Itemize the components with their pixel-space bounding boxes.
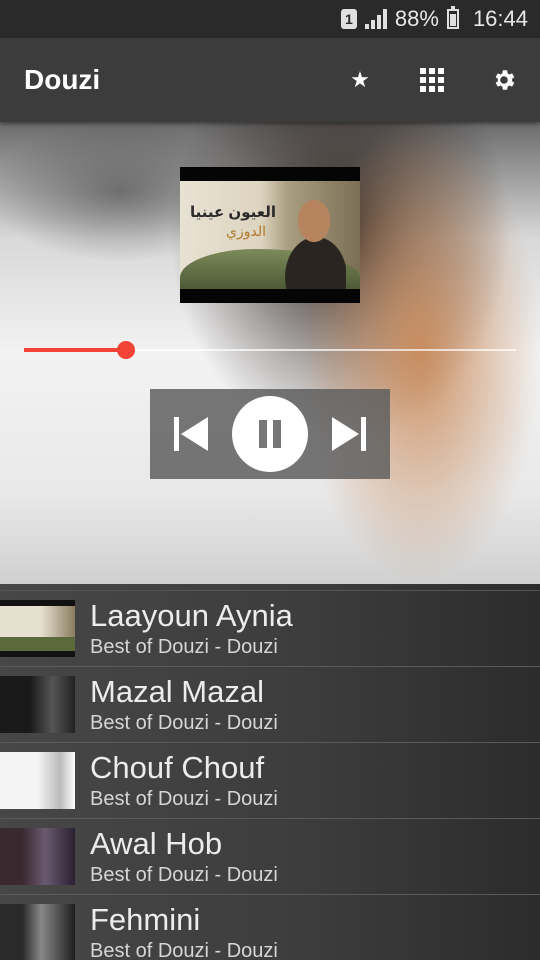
track-thumbnail bbox=[0, 752, 75, 809]
playlist: Laayoun Aynia Best of Douzi - Douzi Maza… bbox=[0, 584, 540, 960]
track-title: Awal Hob bbox=[90, 825, 223, 861]
pause-icon bbox=[259, 420, 281, 448]
skip-next-icon bbox=[332, 417, 366, 451]
track-subtitle: Best of Douzi - Douzi bbox=[90, 787, 278, 810]
album-art: العيون عينيا الدوزي bbox=[180, 167, 360, 303]
playlist-item[interactable]: Mazal Mazal Best of Douzi - Douzi bbox=[0, 667, 540, 743]
playlist-item[interactable]: Chouf Chouf Best of Douzi - Douzi bbox=[0, 743, 540, 819]
previous-button[interactable] bbox=[166, 409, 216, 459]
track-thumbnail bbox=[0, 828, 75, 885]
settings-gear-icon bbox=[495, 70, 515, 90]
seek-bar-progress bbox=[24, 348, 126, 352]
track-subtitle: Best of Douzi - Douzi bbox=[90, 635, 278, 658]
track-thumbnail bbox=[0, 904, 75, 960]
skip-previous-icon bbox=[174, 417, 208, 451]
album-art-title: العيون عينيا bbox=[190, 204, 276, 221]
track-title: Chouf Chouf bbox=[90, 749, 265, 785]
track-title: Mazal Mazal bbox=[90, 673, 264, 709]
signal-strength-icon bbox=[364, 9, 387, 29]
track-subtitle: Best of Douzi - Douzi bbox=[90, 939, 278, 960]
playlist-item[interactable]: Laayoun Aynia Best of Douzi - Douzi bbox=[0, 591, 540, 667]
apps-grid-button[interactable] bbox=[396, 38, 468, 122]
next-button[interactable] bbox=[324, 409, 374, 459]
pause-button[interactable] bbox=[232, 396, 308, 472]
playback-controls bbox=[150, 389, 390, 479]
grid-icon bbox=[420, 68, 444, 92]
app-title: Douzi bbox=[24, 64, 101, 95]
status-bar: 1 88% 16:44 bbox=[0, 0, 540, 38]
app-bar: Douzi ★ bbox=[0, 38, 540, 122]
track-subtitle: Best of Douzi - Douzi bbox=[90, 711, 278, 734]
battery-percent: 88% bbox=[394, 6, 439, 31]
track-subtitle: Best of Douzi - Douzi bbox=[90, 863, 278, 886]
playlist-item[interactable]: Awal Hob Best of Douzi - Douzi bbox=[0, 819, 540, 895]
track-thumbnail bbox=[0, 676, 75, 733]
seek-bar-thumb[interactable] bbox=[117, 341, 135, 359]
now-playing-panel: العيون عينيا الدوزي bbox=[0, 122, 540, 584]
star-icon: ★ bbox=[350, 67, 370, 92]
track-title: Fehmini bbox=[90, 901, 201, 937]
sim-card-icon: 1 bbox=[340, 9, 357, 29]
track-title: Laayoun Aynia bbox=[90, 597, 293, 633]
settings-button[interactable] bbox=[468, 38, 540, 122]
track-thumbnail bbox=[0, 600, 75, 657]
clock: 16:44 bbox=[472, 6, 528, 31]
battery-icon bbox=[446, 6, 459, 29]
favorites-button[interactable]: ★ bbox=[324, 38, 396, 122]
album-art-artist: الدوزي bbox=[226, 223, 266, 239]
playlist-item[interactable]: Fehmini Best of Douzi - Douzi bbox=[0, 895, 540, 960]
